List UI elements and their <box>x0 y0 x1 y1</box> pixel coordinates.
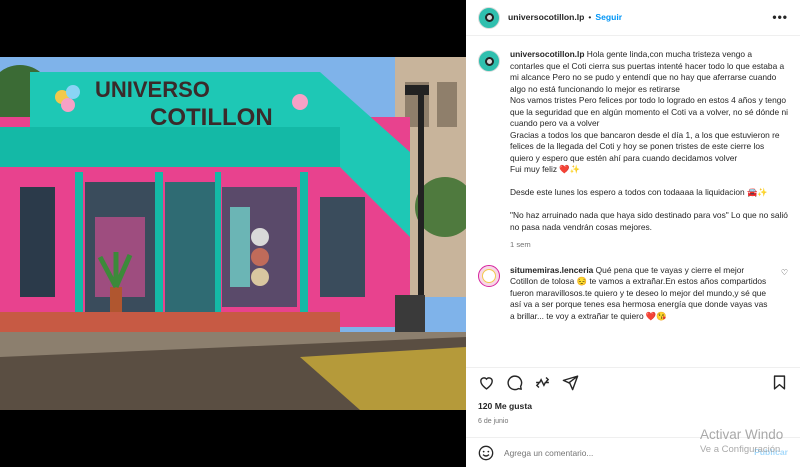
comment-username[interactable]: situmemiras.lenceria <box>510 265 593 275</box>
caption-time: 1 sem <box>510 240 531 249</box>
comment-text: situmemiras.lenceria Qué pena que te vay… <box>510 265 773 323</box>
caption-row: universocotillon.lp Hola gente linda,con… <box>478 49 788 233</box>
follow-button[interactable]: Seguir <box>595 12 622 24</box>
storefront-illustration: UNIVERSO COTILLON <box>0 57 466 410</box>
more-icon[interactable]: ••• <box>772 11 788 24</box>
emoji-icon[interactable] <box>478 445 494 461</box>
publish-button[interactable]: Publicar <box>754 447 788 459</box>
avatar[interactable] <box>478 6 500 29</box>
action-bar <box>466 367 800 397</box>
comments-scroll[interactable]: universocotillon.lp Hola gente linda,con… <box>466 37 800 367</box>
post-side-panel: universocotillon.lp • Seguir ••• univers… <box>466 0 800 467</box>
post-header: universocotillon.lp • Seguir ••• <box>466 0 800 36</box>
save-icon[interactable] <box>771 374 788 391</box>
comment-icon[interactable] <box>506 374 523 391</box>
caption-avatar[interactable] <box>478 50 500 72</box>
caption-text: universocotillon.lp Hola gente linda,con… <box>510 49 788 233</box>
send-icon[interactable] <box>562 374 579 391</box>
comment-item: situmemiras.lenceria Qué pena que te vay… <box>478 264 788 323</box>
commenter-avatar[interactable] <box>478 264 500 287</box>
like-icon[interactable] <box>478 374 495 391</box>
caption-username[interactable]: universocotillon.lp <box>510 49 584 59</box>
add-comment-bar: Publicar <box>466 437 800 467</box>
sign-line2: COTILLON <box>150 104 273 131</box>
heart-icon[interactable]: ♡ <box>781 267 788 323</box>
separator-dot: • <box>588 11 592 22</box>
post-photo[interactable]: UNIVERSO COTILLON <box>0 57 466 410</box>
caption-body: Hola gente linda,con mucha tristeza veng… <box>510 49 788 232</box>
share-icon[interactable] <box>534 374 551 391</box>
username-link[interactable]: universocotillon.lp <box>508 12 584 24</box>
sign-line1: UNIVERSO <box>95 77 210 102</box>
instagram-post-modal: UNIVERSO COTILLON universocotillon.lp • … <box>0 0 800 467</box>
post-date: 6 de junio <box>478 418 509 425</box>
comment-input[interactable] <box>504 447 704 458</box>
likes-count[interactable]: 120 Me gusta <box>478 401 532 413</box>
